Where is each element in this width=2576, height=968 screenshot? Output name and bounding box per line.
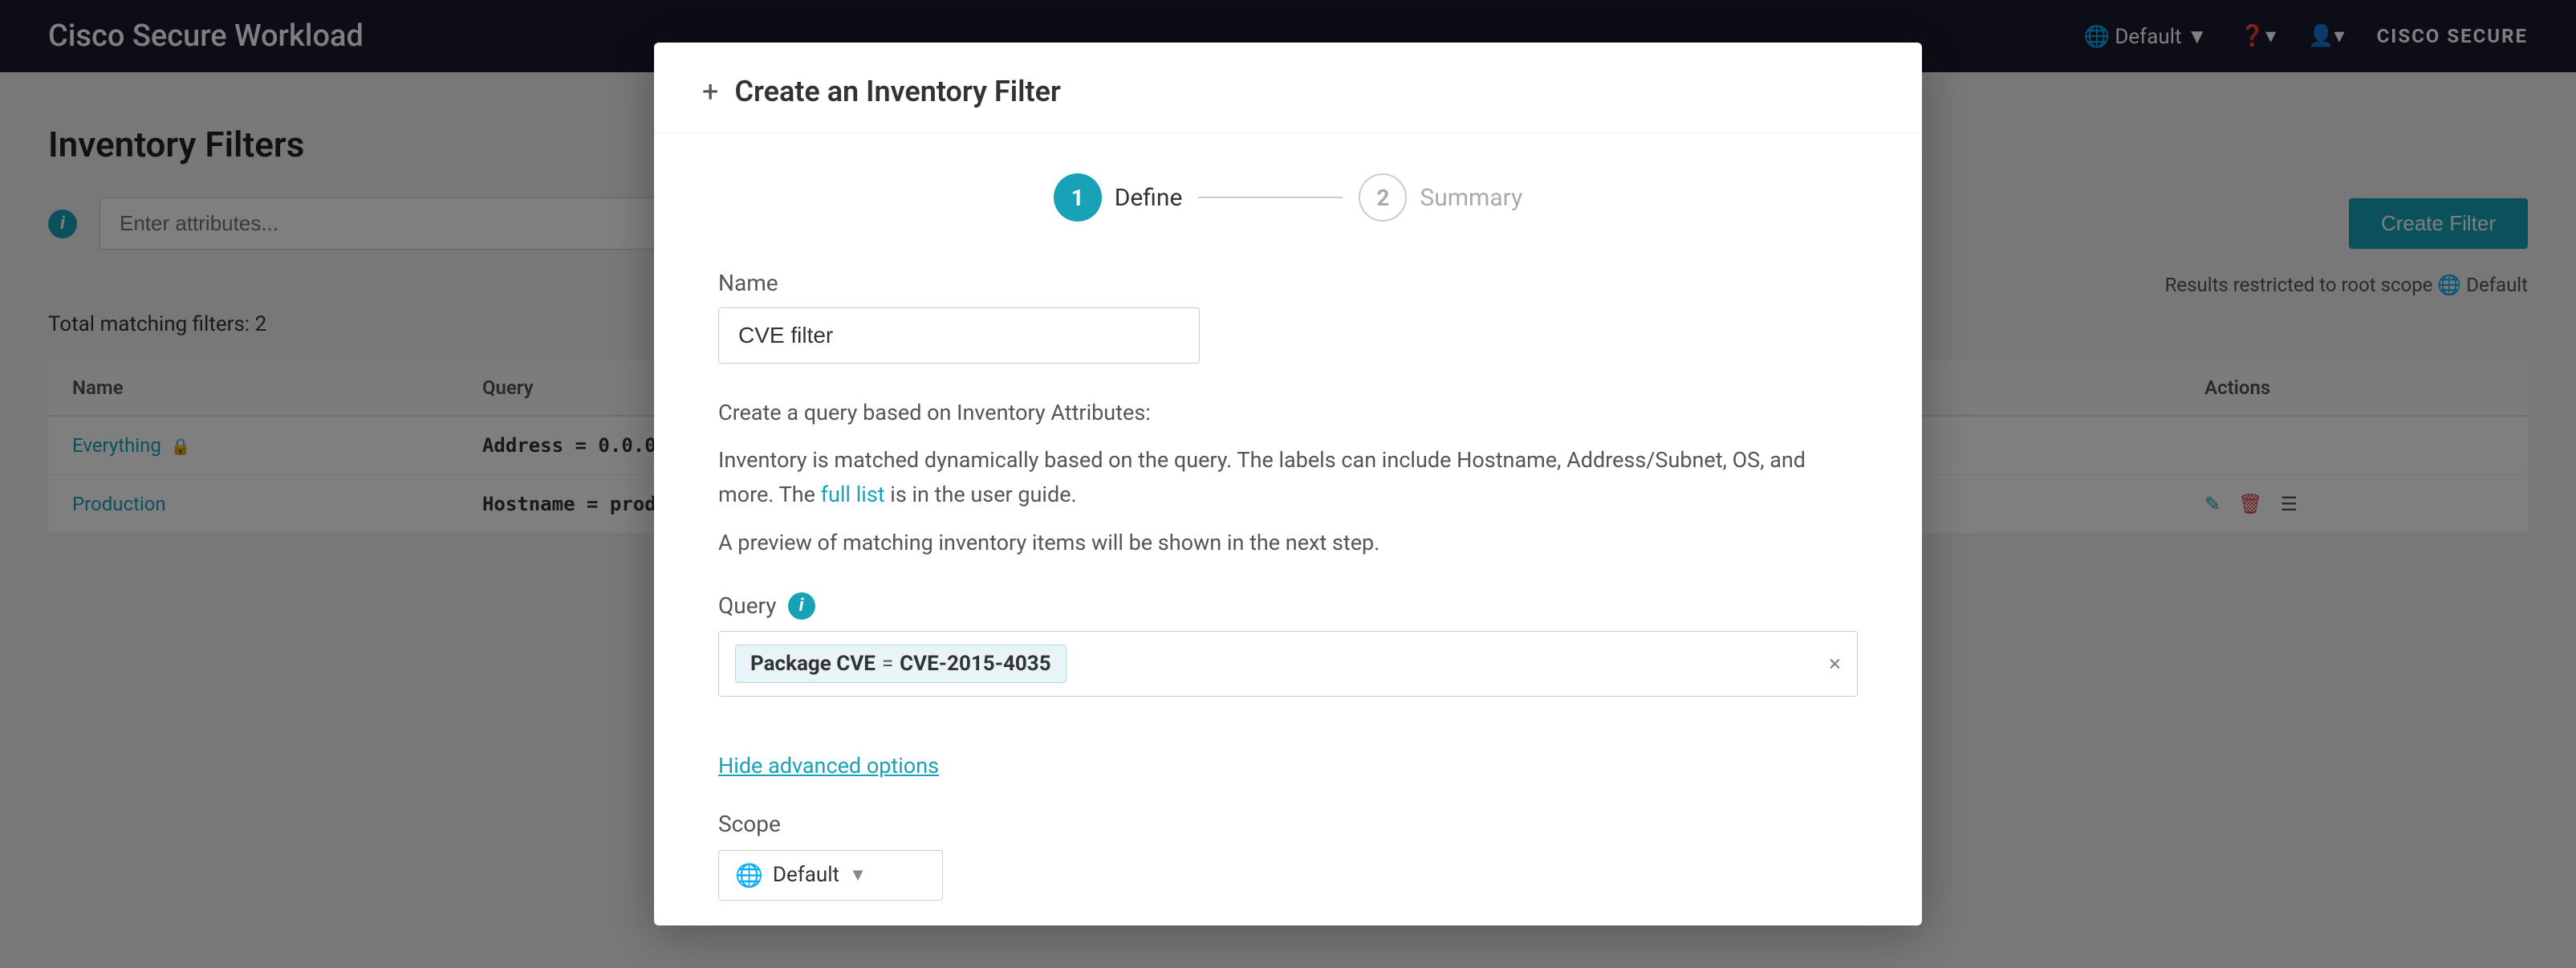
scope-value: Default [773, 863, 839, 887]
step2-label: Summary [1420, 184, 1522, 212]
query-label-row: Query i [718, 592, 1858, 620]
scope-field-group: Scope 🌐 Default ▼ [718, 811, 1858, 901]
step-connector [1198, 197, 1343, 198]
desc3: A preview of matching inventory items wi… [718, 526, 1858, 560]
query-tag: Package CVE = CVE-2015-4035 [735, 645, 1067, 683]
query-info-icon: i [788, 592, 815, 620]
description-block: Create a query based on Inventory Attrib… [718, 396, 1858, 560]
modal-title: Create an Inventory Filter [734, 75, 1060, 108]
query-tag-val: CVE-2015-4035 [900, 652, 1050, 676]
step1-label: Define [1115, 184, 1183, 212]
query-tag-eq: = [882, 652, 893, 676]
scope-dropdown[interactable]: 🌐 Default ▼ [718, 850, 943, 901]
scope-label: Scope [718, 811, 1858, 837]
step-2: 2 Summary [1359, 173, 1522, 222]
step1-circle: 1 [1054, 173, 1102, 222]
name-label: Name [718, 270, 1858, 296]
step2-circle: 2 [1359, 173, 1407, 222]
desc2: Inventory is matched dynamically based o… [718, 443, 1858, 512]
query-clear-button[interactable]: × [1829, 650, 1841, 677]
modal-body: Name Create a query based on Inventory A… [654, 254, 1922, 925]
stepper: 1 Define 2 Summary [654, 133, 1922, 254]
desc1: Create a query based on Inventory Attrib… [718, 396, 1858, 430]
query-input-box[interactable]: Package CVE = CVE-2015-4035 × [718, 631, 1858, 697]
plus-icon: + [702, 75, 718, 108]
name-field-group: Name [718, 270, 1858, 364]
chevron-down-icon: ▼ [849, 864, 867, 885]
globe-icon: 🌐 [735, 862, 763, 889]
query-label: Query [718, 592, 777, 619]
full-list-link[interactable]: full list [821, 482, 885, 507]
hide-advanced-link[interactable]: Hide advanced options [718, 753, 939, 779]
step-1: 1 Define [1054, 173, 1183, 222]
modal-header: + Create an Inventory Filter [654, 43, 1922, 133]
modal-dialog: + Create an Inventory Filter 1 Define 2 … [654, 43, 1922, 925]
name-input[interactable] [718, 307, 1200, 364]
query-field-group: Query i Package CVE = CVE-2015-4035 × [718, 592, 1858, 697]
query-tag-key: Package CVE [750, 652, 876, 676]
modal-overlay: + Create an Inventory Filter 1 Define 2 … [0, 0, 2576, 968]
